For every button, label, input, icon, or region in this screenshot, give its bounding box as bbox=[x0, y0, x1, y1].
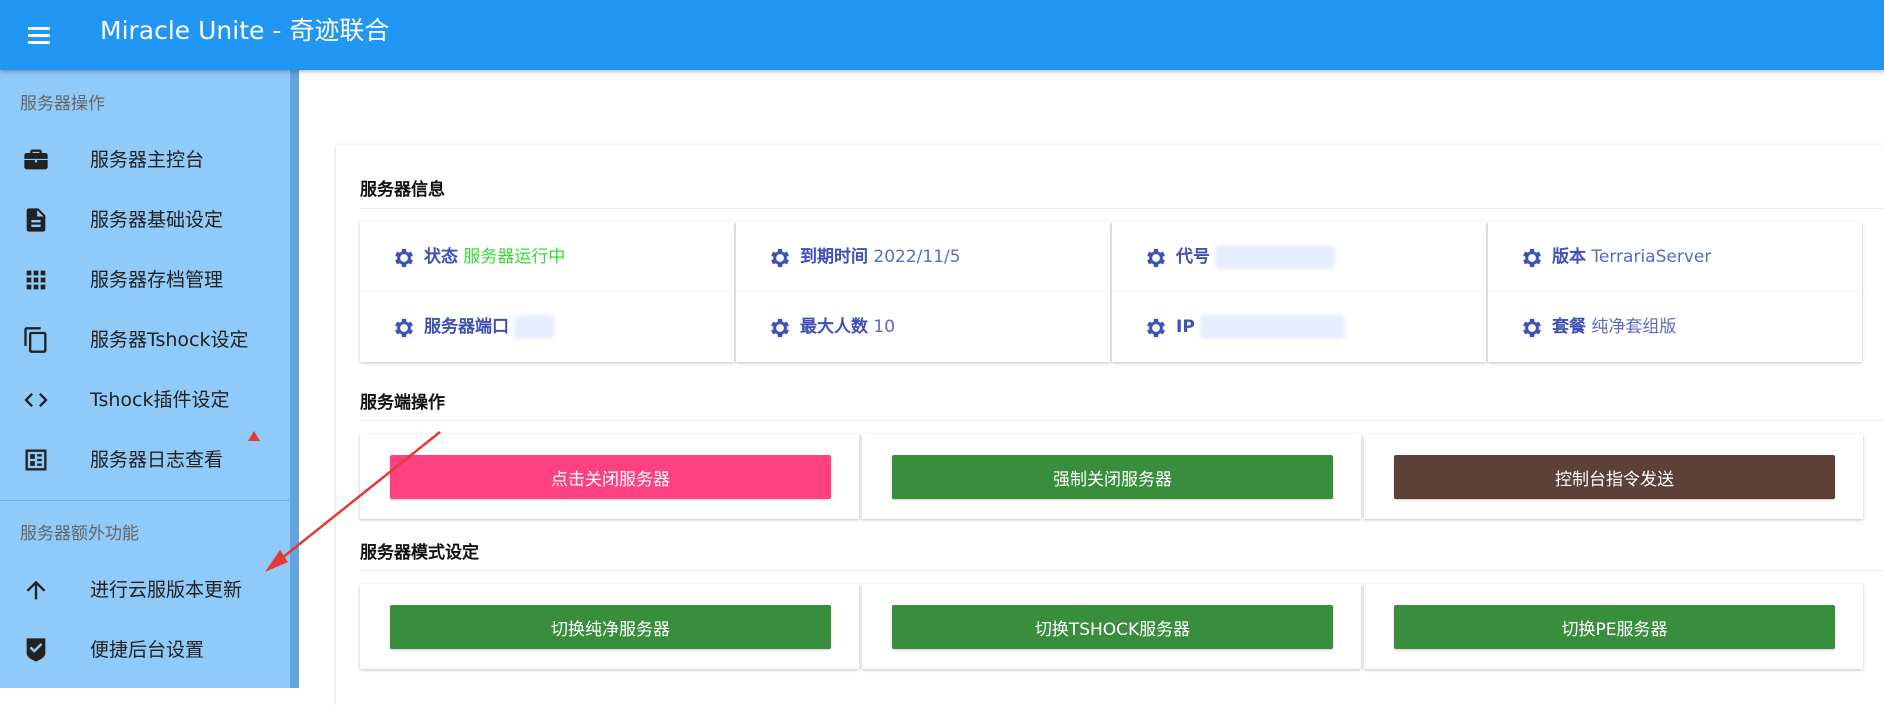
op-tile-force-shutdown: 强制关闭服务器 bbox=[862, 434, 1361, 519]
sidebar-item-log-viewer[interactable]: 服务器日志查看 bbox=[0, 430, 290, 490]
sidebar-item-label: 便捷后台设置 bbox=[90, 639, 205, 661]
document-icon bbox=[26, 208, 46, 232]
sidebar-item-version-update[interactable]: 进行云服版本更新 bbox=[0, 560, 290, 620]
app-title: Miracle Unite - 奇迹联合 bbox=[100, 16, 390, 45]
info-label: IP bbox=[1176, 317, 1195, 337]
info-label: 套餐 bbox=[1552, 317, 1586, 337]
sidebar-item-label: 服务器存档管理 bbox=[90, 269, 224, 291]
redacted-value bbox=[1200, 315, 1346, 339]
gear-icon bbox=[1523, 248, 1541, 268]
op-tile-pe-mode: 切换PE服务器 bbox=[1364, 584, 1863, 669]
sidebar-item-label: 服务器日志查看 bbox=[90, 449, 224, 471]
console-command-button[interactable]: 控制台指令发送 bbox=[1394, 455, 1835, 499]
info-tile-expiry: 到期时间 2022/11/5 bbox=[736, 222, 1110, 292]
package-value: 纯净套组版 bbox=[1591, 317, 1677, 337]
grid-icon bbox=[26, 270, 46, 290]
info-label: 到期时间 bbox=[800, 247, 868, 267]
sidebar-item-main-console[interactable]: 服务器主控台 bbox=[0, 130, 290, 190]
info-tile-port: 服务器端口 bbox=[360, 292, 734, 362]
status-value: 服务器运行中 bbox=[463, 247, 566, 267]
info-label: 状态 bbox=[424, 247, 458, 267]
gear-icon bbox=[771, 248, 789, 268]
sidebar: 服务器操作 服务器主控台 服务器基础设定 服务器存档管理 服务器Tshock设定 bbox=[0, 70, 290, 688]
sidebar-subheader-server-ops: 服务器操作 bbox=[20, 94, 105, 114]
info-label: 代号 bbox=[1176, 247, 1210, 267]
gear-icon bbox=[1147, 318, 1165, 338]
gear-icon bbox=[771, 318, 789, 338]
gear-icon bbox=[1147, 248, 1165, 268]
copy-icon bbox=[24, 327, 47, 353]
section-divider bbox=[360, 570, 1884, 571]
info-tile-ip: IP bbox=[1112, 292, 1486, 362]
sidebar-item-plugin-settings[interactable]: Tshock插件设定 bbox=[0, 370, 290, 430]
sidebar-item-label: 服务器Tshock设定 bbox=[90, 329, 249, 351]
section-title-server-ops: 服务端操作 bbox=[360, 393, 445, 413]
op-tile-console: 控制台指令发送 bbox=[1364, 434, 1863, 519]
info-tile-package: 套餐 纯净套组版 bbox=[1488, 292, 1862, 362]
sidebar-item-tshock-settings[interactable]: 服务器Tshock设定 bbox=[0, 310, 290, 370]
sidebar-item-label: Tshock插件设定 bbox=[90, 389, 230, 411]
arrow-up-icon bbox=[26, 580, 46, 600]
section-divider bbox=[360, 420, 1884, 421]
app-bar: Miracle Unite - 奇迹联合 bbox=[0, 0, 1884, 70]
sidebar-item-quick-backend[interactable]: 便捷后台设置 bbox=[0, 620, 290, 680]
op-tile-shutdown: 点击关闭服务器 bbox=[360, 434, 859, 519]
info-tile-max-players: 最大人数 10 bbox=[736, 292, 1110, 362]
redacted-value bbox=[514, 315, 555, 339]
switch-pure-server-button[interactable]: 切换纯净服务器 bbox=[390, 605, 831, 649]
info-label: 服务器端口 bbox=[424, 317, 509, 337]
info-label: 版本 bbox=[1552, 247, 1586, 267]
sidebar-item-archive-management[interactable]: 服务器存档管理 bbox=[0, 250, 290, 310]
gear-icon bbox=[395, 248, 413, 268]
section-title-server-mode: 服务器模式设定 bbox=[360, 543, 479, 563]
section-divider bbox=[360, 208, 1884, 209]
info-label: 最大人数 bbox=[800, 317, 868, 337]
switch-tshock-server-button[interactable]: 切换TSHOCK服务器 bbox=[892, 605, 1333, 649]
log-icon bbox=[25, 449, 47, 471]
code-icon bbox=[24, 393, 48, 407]
op-tile-pure-mode: 切换纯净服务器 bbox=[360, 584, 859, 669]
max-players-value: 10 bbox=[873, 317, 896, 337]
info-tile-version: 版本 TerrariaServer bbox=[1488, 222, 1862, 292]
switch-pe-server-button[interactable]: 切换PE服务器 bbox=[1394, 605, 1835, 649]
sidebar-item-label: 服务器基础设定 bbox=[90, 209, 224, 231]
expiry-value: 2022/11/5 bbox=[873, 247, 961, 267]
sidebar-subheader-extra: 服务器额外功能 bbox=[20, 524, 139, 544]
sidebar-item-label: 进行云服版本更新 bbox=[90, 579, 243, 601]
section-title-server-info: 服务器信息 bbox=[360, 180, 445, 200]
info-tile-codename: 代号 bbox=[1112, 222, 1486, 292]
redacted-value bbox=[1215, 245, 1336, 269]
shutdown-server-button[interactable]: 点击关闭服务器 bbox=[390, 455, 831, 499]
briefcase-icon bbox=[24, 149, 48, 170]
version-value: TerrariaServer bbox=[1591, 247, 1712, 267]
force-shutdown-button[interactable]: 强制关闭服务器 bbox=[892, 455, 1333, 499]
gear-icon bbox=[395, 318, 413, 338]
menu-icon[interactable] bbox=[22, 18, 56, 52]
sidebar-scrollbar[interactable] bbox=[290, 70, 299, 688]
sidebar-divider bbox=[0, 500, 290, 501]
shield-check-icon bbox=[26, 638, 46, 662]
info-tile-status: 状态 服务器运行中 bbox=[360, 222, 734, 292]
op-tile-tshock-mode: 切换TSHOCK服务器 bbox=[862, 584, 1361, 669]
sidebar-item-label: 服务器主控台 bbox=[90, 149, 205, 171]
sidebar-item-basic-settings[interactable]: 服务器基础设定 bbox=[0, 190, 290, 250]
gear-icon bbox=[1523, 318, 1541, 338]
